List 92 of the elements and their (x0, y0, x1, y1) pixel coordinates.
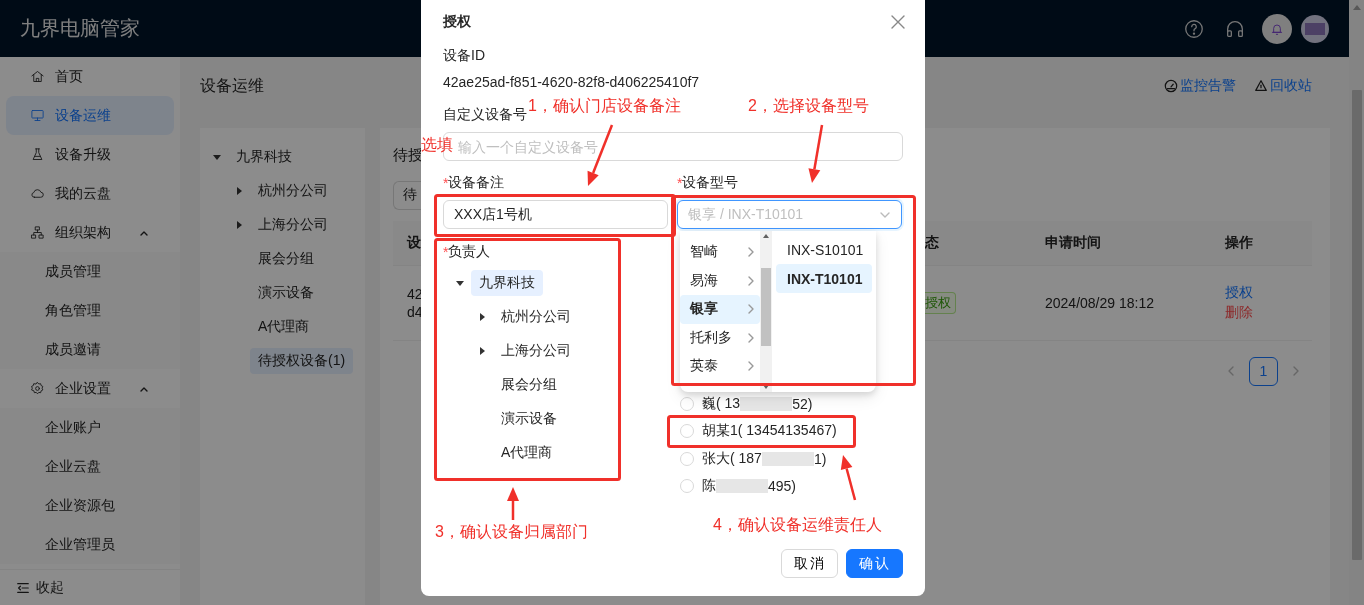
tree-item[interactable]: 展会分组 (493, 372, 565, 398)
caret-right-icon[interactable] (479, 313, 485, 321)
gauge-icon (1164, 79, 1178, 93)
menu-item[interactable]: 托利多 (680, 323, 760, 352)
chevron-right-icon (746, 275, 756, 286)
redaction-mark (740, 396, 793, 411)
tree-item[interactable]: 演示设备 (493, 406, 565, 432)
radio-option[interactable]: 张大( 187 1) (677, 445, 827, 473)
radio-option[interactable]: 陈 495) (677, 472, 797, 500)
caret-right-icon[interactable] (479, 347, 485, 355)
sidebar-item[interactable]: 企业管理员 (6, 525, 174, 564)
menu-item[interactable]: 智崎 (680, 238, 760, 267)
field-label: 设备型号 (682, 174, 739, 192)
close-icon[interactable] (891, 15, 905, 29)
menu-item[interactable]: INX-T10101 (776, 264, 872, 293)
dialog-title: 授权 (443, 13, 472, 31)
caret-right-icon[interactable] (236, 221, 242, 229)
tree-item[interactable]: 杭州分公司 (493, 304, 579, 330)
tree-item[interactable]: 九界科技 (471, 270, 543, 296)
required-mark: * (443, 175, 449, 191)
monitor-icon (30, 108, 45, 123)
app-title: 九界电脑管家 (20, 16, 140, 41)
org-chart-icon (30, 225, 45, 240)
tree-item[interactable]: 待授权设备(1) (250, 348, 354, 374)
table-cell: 2024/08/29 18:12 (1030, 266, 1210, 341)
input-field[interactable]: XXX店1号机 (443, 200, 668, 229)
confirm-button[interactable]: 确认 (846, 549, 903, 578)
annotation-arrow (840, 455, 857, 501)
home-icon (30, 69, 45, 84)
caret-down-icon[interactable] (456, 280, 464, 286)
collapse-icon (16, 580, 30, 595)
sidebar-item[interactable]: 企业云盘 (6, 447, 174, 486)
radio-option[interactable]: 巍( 13 52) (677, 390, 813, 418)
tree-item[interactable]: 九界科技 (228, 144, 300, 170)
warning-triangle-icon (1254, 79, 1268, 93)
caret-right-icon[interactable] (236, 187, 242, 195)
sidebar-item[interactable]: 首页 (6, 57, 174, 96)
radio-option[interactable]: 胡某1( 13454135467) (677, 417, 837, 445)
required-mark: * (443, 244, 449, 260)
help-icon[interactable] (1183, 17, 1205, 40)
annotation-note: 3，确认设备归属部门 (435, 522, 588, 542)
sidebar-item[interactable]: 成员管理 (6, 252, 174, 291)
sidebar-item[interactable]: 成员邀请 (6, 330, 174, 369)
sidebar-item[interactable]: 企业设置 (6, 369, 174, 408)
tree-item[interactable]: 上海分公司 (493, 338, 579, 364)
tree-item[interactable]: A代理商 (493, 440, 561, 466)
chevron-right-icon (746, 361, 756, 372)
sidebar-item[interactable]: 企业账户 (6, 408, 174, 447)
flask-icon (30, 147, 45, 162)
action-link[interactable]: 授权 (1225, 284, 1253, 302)
field-label: 设备ID (443, 46, 485, 65)
chevron-right-icon (746, 304, 756, 315)
menu-item[interactable]: 银享 (680, 295, 760, 324)
redaction-mark (761, 451, 814, 466)
table-cell: 42 (407, 286, 423, 302)
annotation-arrow (808, 124, 824, 183)
annotation-note: 1，确认门店设备备注 (528, 96, 681, 116)
menu-item[interactable]: 英泰 (680, 352, 760, 381)
page-button[interactable]: 1 (1249, 356, 1278, 386)
redaction-mark (716, 479, 768, 494)
tree-item[interactable]: 演示设备 (250, 280, 322, 306)
device-id: 42ae25ad-f851-4620-82f8-d406225410f7 (443, 73, 701, 92)
gear-icon (30, 381, 45, 396)
cloud-icon (30, 186, 45, 201)
caret-down-icon[interactable] (213, 154, 221, 160)
sidebar-item[interactable]: 企业资源包 (6, 486, 174, 525)
menu-item[interactable]: INX-S10101 (776, 235, 872, 264)
annotation-arrow (507, 487, 519, 520)
menu-item[interactable]: 易海 (680, 266, 760, 295)
sidebar-item[interactable]: 角色管理 (6, 291, 174, 330)
notification-button[interactable] (1262, 13, 1292, 44)
field-label: 设备备注 (448, 174, 505, 192)
chevron-right-icon (746, 247, 756, 258)
page-title: 设备运维 (200, 75, 264, 96)
sidebar-item[interactable]: 我的云盘 (6, 174, 174, 213)
sidebar-item[interactable]: 组织架构 (6, 213, 174, 252)
field-label: 自定义设备号 (443, 105, 527, 124)
table-cell: d4 (407, 304, 423, 320)
tree-item[interactable]: 展会分组 (250, 246, 322, 272)
tree-item[interactable]: A代理商 (250, 314, 318, 340)
annotation-note: 4，确认设备运维责任人 (713, 515, 882, 535)
tree-item[interactable]: 杭州分公司 (250, 178, 336, 204)
avatar[interactable] (1301, 14, 1329, 43)
field-label: 负责人 (448, 243, 491, 261)
cancel-button[interactable]: 取消 (781, 549, 838, 578)
tree-item[interactable]: 上海分公司 (250, 212, 336, 238)
sidebar-item[interactable]: 设备升级 (6, 135, 174, 174)
scrollbar[interactable] (760, 231, 772, 392)
status-tag: 授权 (925, 292, 956, 314)
required-mark: * (677, 175, 683, 191)
chevron-right-icon (746, 332, 756, 343)
annotation-note: 2，选择设备型号 (748, 96, 869, 116)
